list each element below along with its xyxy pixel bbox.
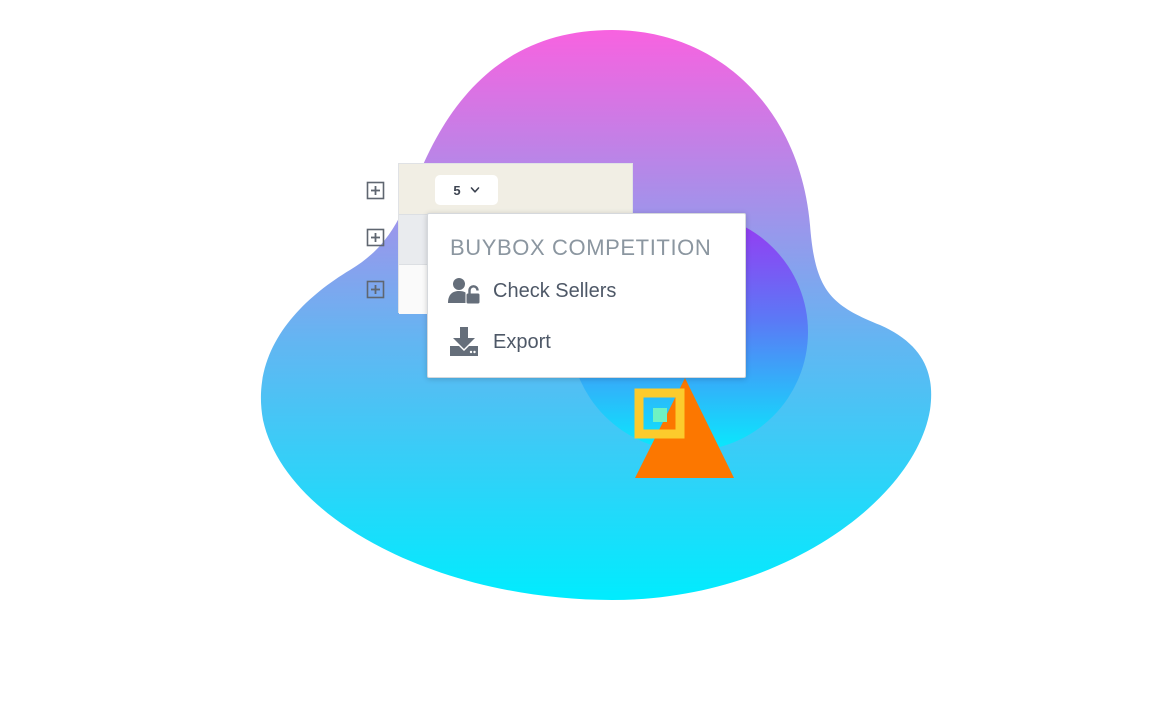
download-icon: [448, 326, 480, 358]
table-header-row: 5: [399, 164, 632, 214]
chevron-down-icon: [470, 187, 479, 193]
plus-square-icon: [366, 181, 385, 200]
user-unlock-icon: [448, 275, 480, 307]
expand-row-button[interactable]: [366, 181, 385, 200]
menu-title: BUYBOX COMPETITION: [450, 235, 712, 260]
page-size-value: 5: [453, 182, 461, 198]
green-square: [653, 408, 667, 422]
check-sellers-menu-item[interactable]: Check Sellers: [448, 273, 728, 309]
plus-square-icon: [366, 228, 385, 247]
buybox-dropdown-menu: BUYBOX COMPETITION Check Sellers Export: [427, 213, 746, 378]
export-menu-item[interactable]: Export: [448, 324, 728, 360]
expand-row-button[interactable]: [366, 228, 385, 247]
export-label: Export: [493, 330, 551, 353]
plus-square-icon: [366, 280, 385, 299]
check-sellers-label: Check Sellers: [493, 279, 617, 302]
expand-row-button[interactable]: [366, 280, 385, 299]
page-size-select[interactable]: 5: [435, 175, 498, 205]
